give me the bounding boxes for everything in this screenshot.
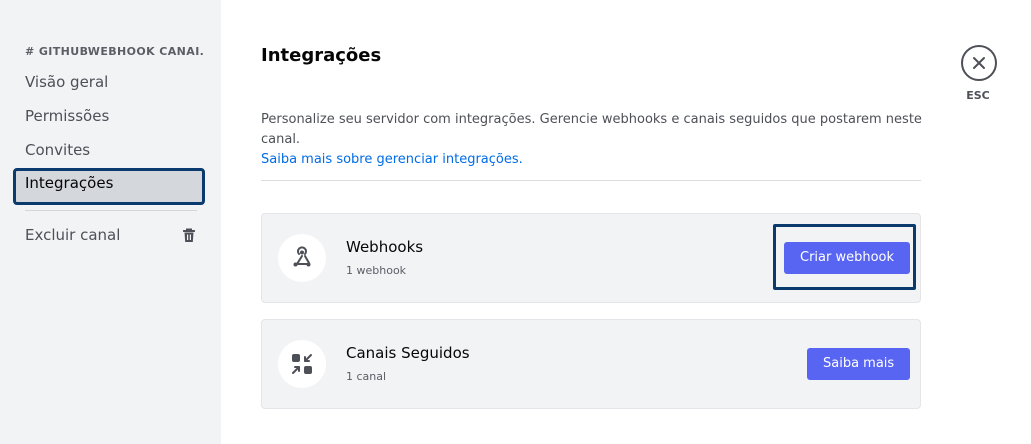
sidebar-item-delete-channel[interactable]: Excluir canal — [15, 219, 203, 251]
sidebar-divider — [25, 210, 197, 211]
follow-channel-icon-wrap — [278, 340, 326, 388]
esc-label: ESC — [966, 89, 990, 102]
sidebar-item-label: Integrações — [25, 174, 114, 192]
sidebar-item-label: Convites — [25, 141, 91, 159]
webhook-icon — [293, 246, 311, 267]
card-subtitle: 1 canal — [346, 370, 387, 383]
close-control: ESC — [961, 45, 997, 102]
sidebar-item-label: Permissões — [25, 107, 110, 125]
trash-icon — [183, 228, 195, 242]
card-title: Canais Seguidos — [346, 344, 470, 362]
sidebar-item-integrations[interactable]: Integrações — [13, 168, 205, 205]
sidebar-item-label: Excluir canal — [25, 226, 121, 244]
webhook-icon-wrap — [278, 234, 326, 282]
learn-more-button[interactable]: Saiba mais — [807, 348, 911, 380]
followed-channels-card: Canais Seguidos 1 canal Saiba mais — [261, 319, 921, 409]
close-icon — [973, 57, 985, 69]
card-subtitle: 1 webhook — [346, 264, 407, 277]
sidebar-item-invites[interactable]: Convites — [15, 134, 203, 166]
sidebar-item-overview[interactable]: Visão geral — [15, 66, 203, 98]
page-description: Personalize seu servidor com integrações… — [261, 110, 941, 170]
sidebar-item-label: Visão geral — [25, 73, 109, 91]
description-text: Personalize seu servidor com integrações… — [261, 112, 922, 147]
card-title: Webhooks — [346, 238, 424, 256]
follow-channel-icon — [292, 354, 312, 374]
page-title: Integrações — [261, 45, 382, 66]
section-divider — [261, 180, 921, 181]
focus-highlight — [773, 224, 916, 290]
channel-header: # GITHUBWEBHOOK CANAI... — [25, 45, 205, 58]
learn-more-link[interactable]: Saiba mais sobre gerenciar integrações. — [261, 150, 941, 170]
settings-sidebar: # GITHUBWEBHOOK CANAI... Visão geral Per… — [0, 0, 221, 444]
sidebar-item-permissions[interactable]: Permissões — [15, 100, 203, 132]
close-button[interactable] — [961, 45, 997, 81]
